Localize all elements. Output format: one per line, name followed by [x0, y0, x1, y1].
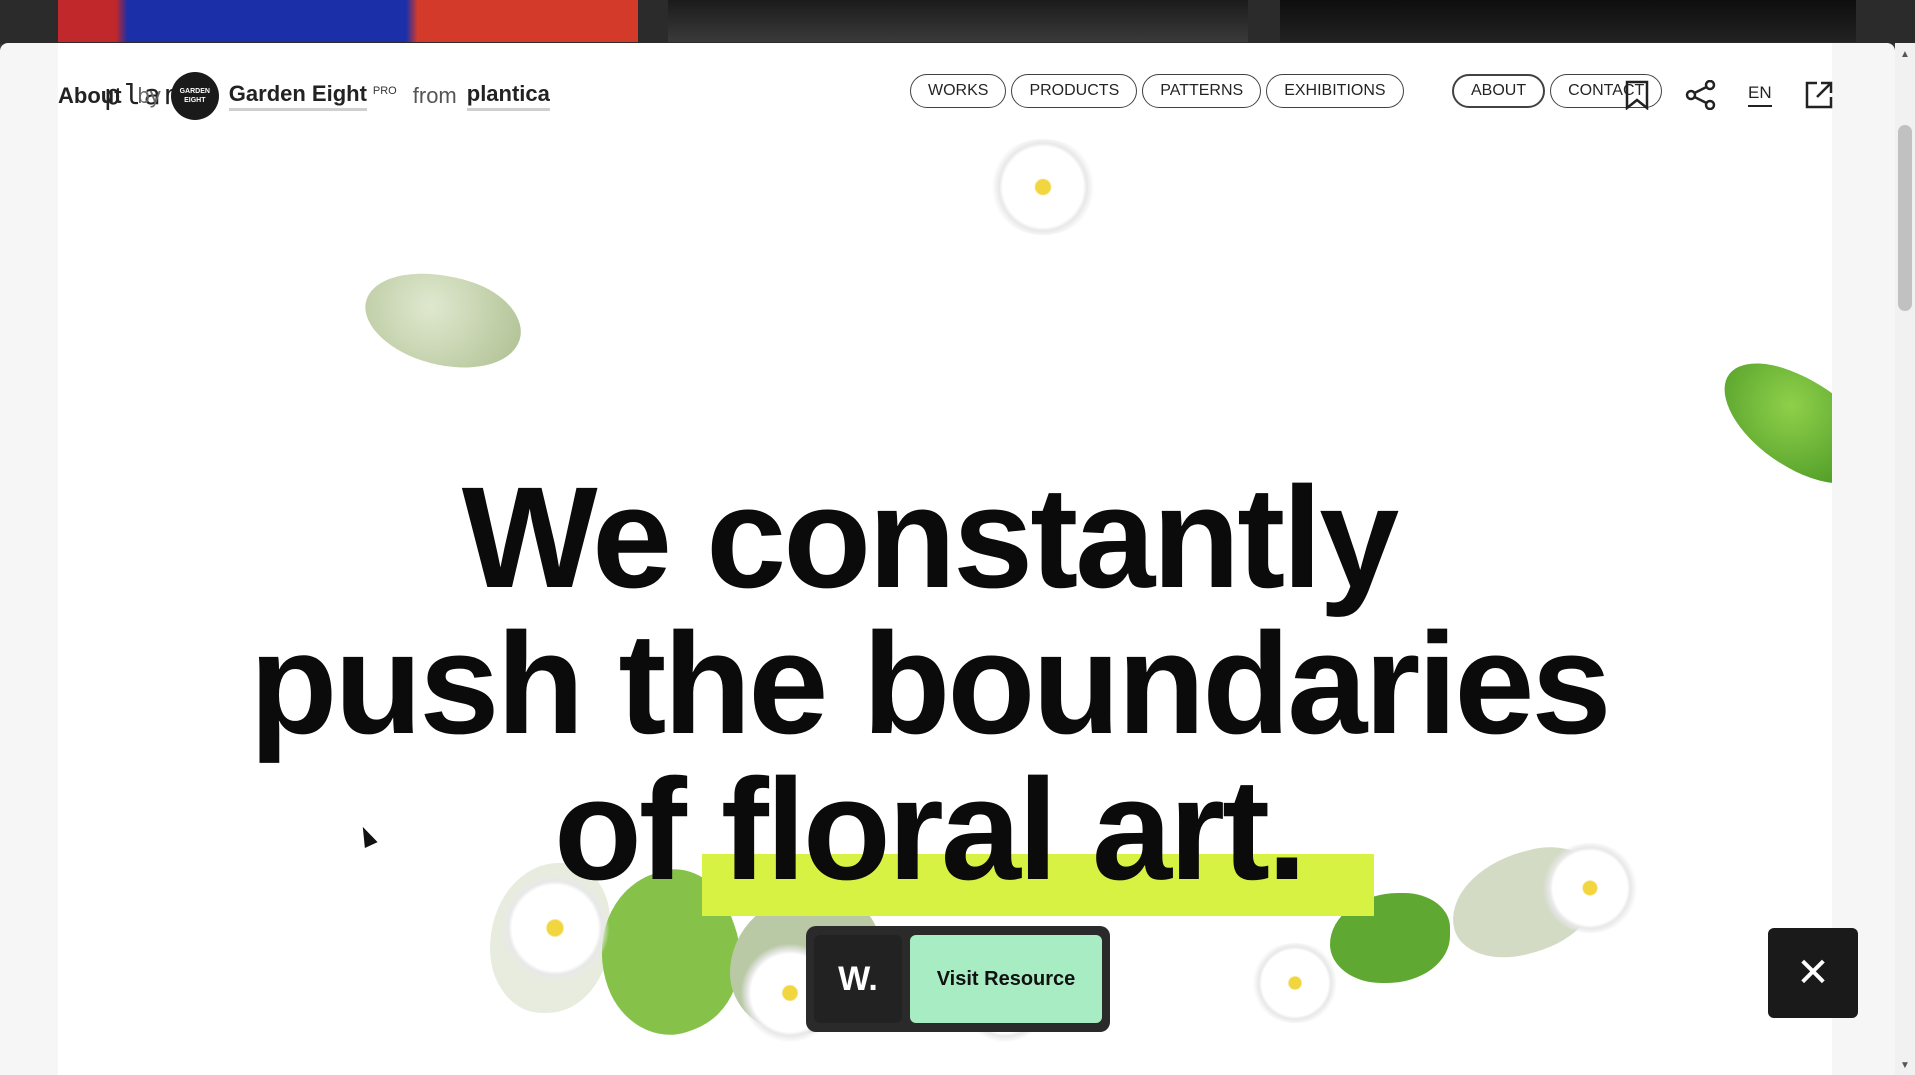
- thumbnail[interactable]: [1280, 0, 1856, 42]
- nav-patterns[interactable]: PATTERNS: [1142, 74, 1262, 108]
- scroll-up-icon[interactable]: ▲: [1900, 49, 1910, 60]
- bookmark-icon[interactable]: [1620, 78, 1654, 112]
- avatar[interactable]: GARDEN EIGHT: [170, 72, 219, 120]
- nav-products[interactable]: PRODUCTS: [1011, 74, 1138, 108]
- background-thumbnails: [0, 0, 1915, 44]
- resource-bar: W. Visit Resource: [806, 926, 1110, 1032]
- brand-logo[interactable]: W.: [814, 935, 902, 1023]
- nav-about[interactable]: ABOUT: [1452, 74, 1546, 108]
- by-label: by: [137, 83, 161, 108]
- resource-attribution: About by GARDEN EIGHT Garden Eight PRO f…: [58, 72, 550, 120]
- scroll-down-icon[interactable]: ▼: [1900, 1060, 1910, 1071]
- scrollbar[interactable]: ▲ ▼: [1895, 43, 1915, 1075]
- external-link-icon[interactable]: [1802, 78, 1836, 112]
- headline-line: We constantly: [461, 457, 1400, 618]
- headline-line: of floral art.: [553, 749, 1307, 910]
- share-icon[interactable]: [1684, 78, 1718, 112]
- leaf-decoration: [353, 252, 533, 388]
- toolbar-icons: EN: [1620, 78, 1836, 112]
- site-link[interactable]: plantica: [466, 81, 550, 111]
- scroll-thumb[interactable]: [1898, 125, 1912, 311]
- nav-exhibitions[interactable]: EXHIBITIONS: [1266, 74, 1404, 108]
- pro-badge: PRO: [372, 85, 397, 97]
- author-link[interactable]: Garden Eight: [228, 81, 367, 111]
- close-button[interactable]: ✕: [1768, 928, 1858, 1018]
- from-label: from: [412, 83, 457, 108]
- visit-resource-button[interactable]: Visit Resource: [910, 935, 1102, 1023]
- thumbnail[interactable]: [58, 0, 638, 42]
- headline-line: push the boundaries: [249, 603, 1611, 764]
- hero-headline: We constantly push the boundaries of flo…: [0, 465, 1858, 903]
- page-title: About: [58, 83, 122, 108]
- thumbnail[interactable]: [668, 0, 1248, 42]
- nav-works[interactable]: WORKS: [910, 74, 1007, 108]
- language-switcher[interactable]: EN: [1748, 83, 1772, 107]
- close-icon: ✕: [1796, 951, 1830, 995]
- flower-decoration: [988, 139, 1098, 235]
- site-nav: WORKS PRODUCTS PATTERNS EXHIBITIONS: [910, 74, 1404, 108]
